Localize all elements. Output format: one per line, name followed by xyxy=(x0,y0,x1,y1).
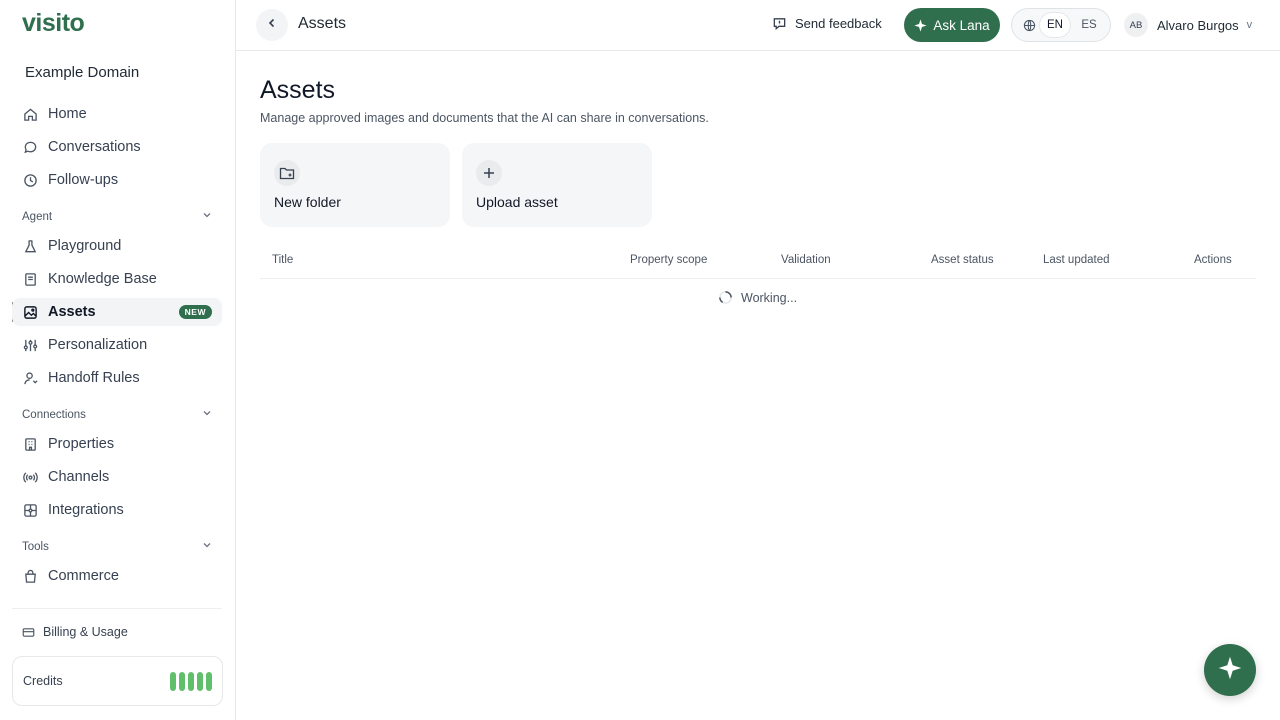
user-menu[interactable]: AB Alvaro Burgos v xyxy=(1124,13,1252,37)
chevron-down-icon xyxy=(202,408,212,421)
sidebar-item-label: Channels xyxy=(48,469,110,485)
sidebar-item-label: Properties xyxy=(48,436,115,452)
sidebar-item-label: Personalization xyxy=(48,337,148,353)
new-folder-button[interactable]: New folder xyxy=(260,143,450,227)
send-feedback-button[interactable]: Send feedback xyxy=(772,16,882,31)
loading-indicator: Working... xyxy=(718,290,797,305)
billing-link[interactable]: Billing & Usage xyxy=(22,625,128,639)
column-header-actions: Actions xyxy=(1194,254,1232,266)
language-option-es[interactable]: ES xyxy=(1074,13,1104,37)
sidebar-item-knowledge-base[interactable]: Knowledge Base xyxy=(12,265,222,293)
image-icon xyxy=(22,304,38,320)
sidebar-item-label: Conversations xyxy=(48,139,141,155)
credit-bar xyxy=(170,671,176,691)
sidebar-item-conversations[interactable]: Conversations xyxy=(12,133,222,161)
sidebar-item-label: Assets xyxy=(48,304,96,320)
chevron-down-icon xyxy=(202,540,212,553)
sidebar-item-label: Knowledge Base xyxy=(48,271,157,287)
send-feedback-label: Send feedback xyxy=(795,16,882,31)
sidebar-item-label: Handoff Rules xyxy=(48,370,140,386)
credit-bar xyxy=(188,671,194,691)
back-button[interactable] xyxy=(256,9,288,41)
language-option-en[interactable]: EN xyxy=(1040,13,1070,37)
credits-widget[interactable]: Credits xyxy=(12,656,223,706)
new-badge: NEW xyxy=(178,305,212,319)
new-folder-label: New folder xyxy=(274,194,341,210)
user-name: Alvaro Burgos xyxy=(1157,17,1239,33)
book-icon xyxy=(22,271,38,287)
avatar: AB xyxy=(1124,13,1148,37)
sidebar-item-properties[interactable]: Properties xyxy=(12,430,222,458)
column-header-property-scope[interactable]: Property scope xyxy=(630,254,707,266)
chat-icon xyxy=(22,139,38,155)
sparkle-icon xyxy=(914,18,927,32)
credit-bar xyxy=(197,671,203,691)
credit-card-icon xyxy=(22,626,35,639)
user-menu-caret: v xyxy=(1246,19,1253,31)
bag-icon xyxy=(22,568,38,584)
upload-asset-button[interactable]: Upload asset xyxy=(462,143,652,227)
sidebar-item-playground[interactable]: Playground xyxy=(12,232,222,260)
flask-icon xyxy=(22,238,38,254)
language-switcher[interactable]: EN ES xyxy=(1011,8,1111,42)
credit-bar xyxy=(206,671,212,691)
sidebar-item-label: Follow-ups xyxy=(48,172,119,188)
upload-asset-label: Upload asset xyxy=(476,194,558,210)
feedback-icon xyxy=(772,16,787,31)
person-icon xyxy=(22,370,38,386)
credit-bar xyxy=(179,671,185,691)
ai-assistant-fab[interactable] xyxy=(1204,644,1256,696)
clock-icon xyxy=(22,172,38,188)
building-icon xyxy=(22,436,38,452)
visito-logo[interactable]: visito xyxy=(22,9,85,38)
section-title: Connections xyxy=(22,408,86,421)
sidebar-divider xyxy=(12,608,222,609)
credits-meter xyxy=(170,671,212,691)
header-title: Assets xyxy=(298,15,347,32)
puzzle-icon xyxy=(22,502,38,518)
section-title: Tools xyxy=(22,540,49,553)
ask-lana-button[interactable]: Ask Lana xyxy=(904,8,1000,42)
assets-table-header: Title Property scope Validation Asset st… xyxy=(260,248,1256,279)
sidebar-item-label: Commerce xyxy=(48,568,119,584)
section-title: Agent xyxy=(22,210,53,223)
sidebar-item-assets[interactable]: Assets NEW xyxy=(12,298,222,326)
chevron-down-icon xyxy=(202,210,212,223)
column-header-asset-status[interactable]: Asset status xyxy=(931,254,994,266)
sliders-icon xyxy=(22,337,38,353)
page-title: Assets xyxy=(260,76,336,104)
sidebar-item-personalization[interactable]: Personalization xyxy=(12,331,222,359)
sidebar-item-channels[interactable]: Channels xyxy=(12,463,222,491)
broadcast-icon xyxy=(22,469,38,485)
globe-icon xyxy=(1018,19,1040,32)
section-connections[interactable]: Connections xyxy=(22,408,212,421)
ask-lana-label: Ask Lana xyxy=(933,17,990,33)
loading-text: Working... xyxy=(741,290,798,305)
billing-label: Billing & Usage xyxy=(43,625,128,639)
column-header-last-updated[interactable]: Last updated xyxy=(1043,254,1110,266)
top-bar: Assets Send feedback Ask Lana EN ES AB A… xyxy=(236,0,1280,51)
credits-label: Credits xyxy=(23,674,63,688)
sidebar-item-home[interactable]: Home xyxy=(12,100,222,128)
folder-plus-icon xyxy=(274,160,300,186)
section-tools[interactable]: Tools xyxy=(22,540,212,553)
page-subtitle: Manage approved images and documents tha… xyxy=(260,111,709,125)
sidebar-item-handoff-rules[interactable]: Handoff Rules xyxy=(12,364,222,392)
sidebar-item-integrations[interactable]: Integrations xyxy=(12,496,222,524)
sparkle-icon xyxy=(1218,656,1242,685)
sidebar-item-follow-ups[interactable]: Follow-ups xyxy=(12,166,222,194)
home-icon xyxy=(22,106,38,122)
sidebar: visito Example Domain Home Conversations… xyxy=(0,0,236,720)
column-header-title[interactable]: Title xyxy=(272,254,293,266)
workspace-name[interactable]: Example Domain xyxy=(25,64,139,81)
sidebar-item-label: Integrations xyxy=(48,502,124,518)
section-agent[interactable]: Agent xyxy=(22,210,212,223)
column-header-validation[interactable]: Validation xyxy=(781,254,831,266)
chevron-left-icon xyxy=(266,16,278,34)
spinner-icon xyxy=(718,290,733,305)
sidebar-item-commerce[interactable]: Commerce xyxy=(12,562,222,590)
sidebar-item-label: Home xyxy=(48,106,87,122)
plus-icon xyxy=(476,160,502,186)
sidebar-item-label: Playground xyxy=(48,238,122,254)
